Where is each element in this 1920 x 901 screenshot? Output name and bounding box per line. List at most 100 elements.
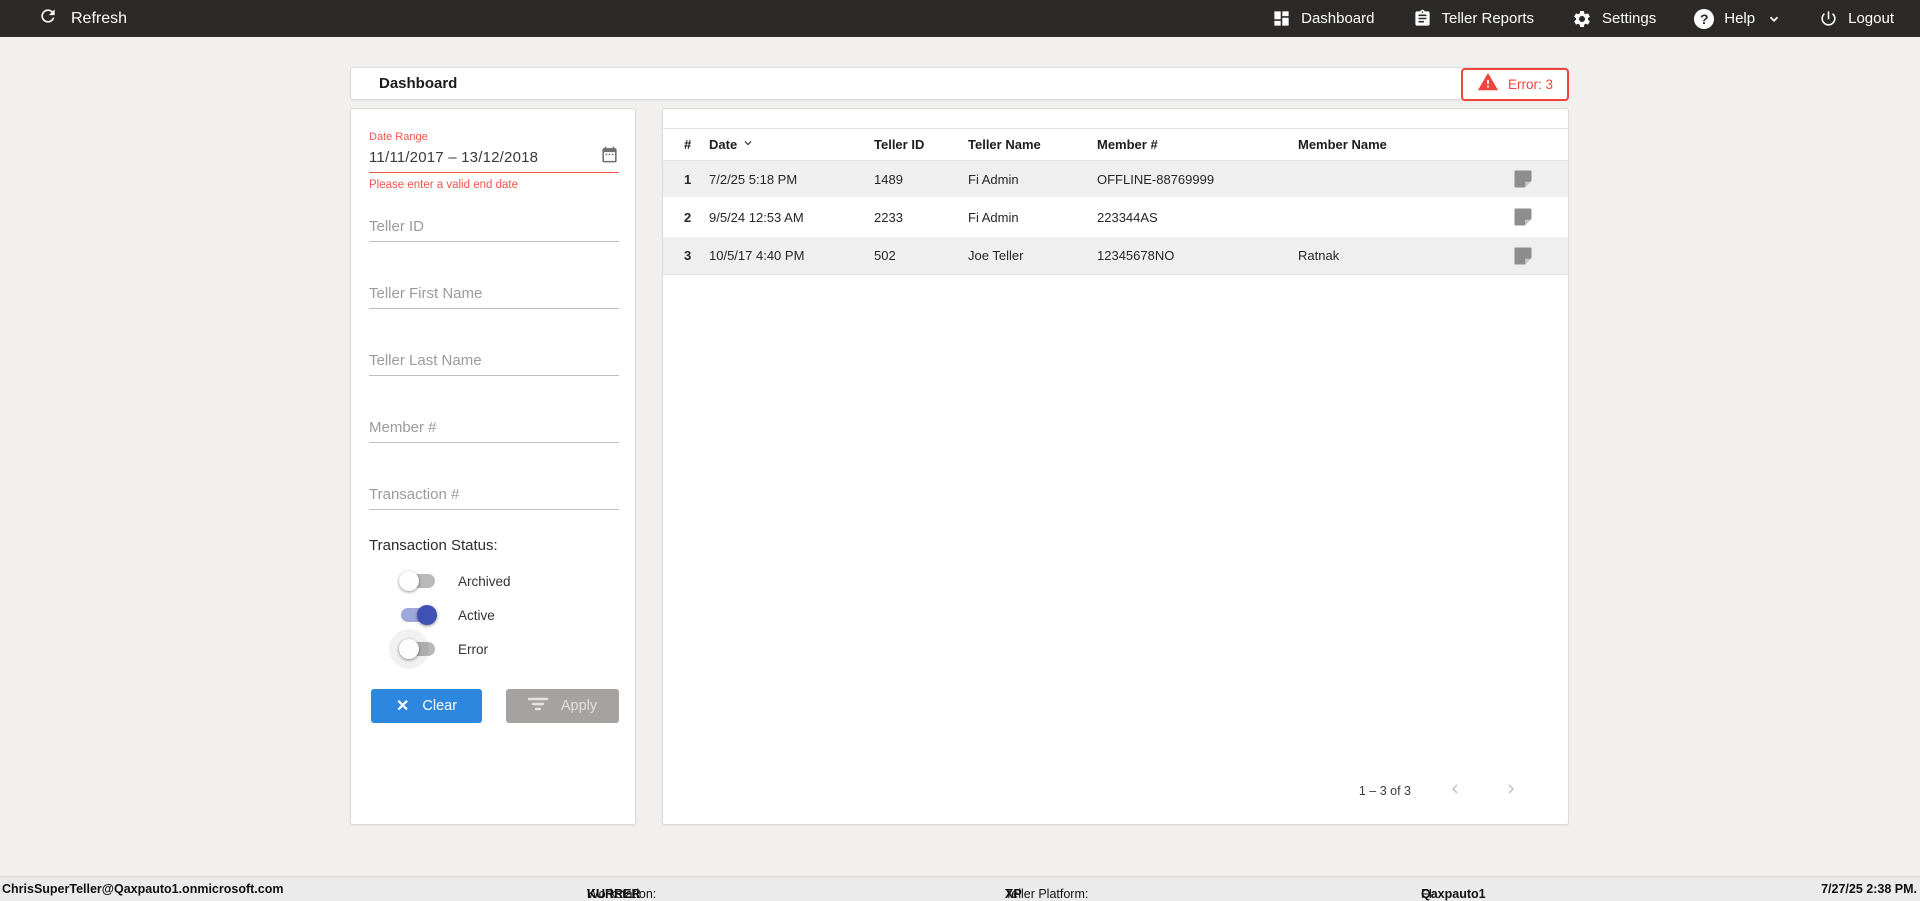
row-member-number: 223344AS <box>1097 209 1158 225</box>
teller-first-name-input[interactable]: Teller First Name <box>369 281 619 309</box>
transaction-status-label: Transaction Status: <box>369 537 498 554</box>
row-teller-id: 2233 <box>874 209 903 225</box>
teller-id-input[interactable]: Teller ID <box>369 214 619 242</box>
platform-value: XP <box>1005 887 1022 901</box>
nav-item-label: Dashboard <box>1301 10 1375 27</box>
status-bar: ChrisSuperTeller@Qaxpauto1.onmicrosoft.c… <box>0 876 1920 901</box>
column-header-num[interactable]: # <box>684 137 709 152</box>
table-row[interactable]: 3 10/5/17 4:40 PM 502 Joe Teller 1234567… <box>663 237 1568 275</box>
fi-value: Qaxpauto1 <box>1421 887 1486 901</box>
nav-item-label: Teller Reports <box>1441 10 1535 27</box>
nav-item-dashboard[interactable]: Dashboard <box>1272 9 1375 28</box>
column-header-member-name[interactable]: Member Name <box>1298 137 1488 152</box>
apply-button[interactable]: Apply <box>506 689 619 723</box>
teller-last-name-placeholder: Teller Last Name <box>369 352 482 369</box>
power-icon <box>1819 9 1838 28</box>
pagination-range-text: 1 – 3 of 3 <box>1358 783 1411 798</box>
toggle-error-label: Error <box>458 641 488 657</box>
gear-icon <box>1572 9 1592 29</box>
toggle-error-track[interactable] <box>389 629 435 669</box>
date-range-underline <box>369 172 619 173</box>
row-teller-name: Fi Admin <box>968 209 1019 225</box>
member-number-placeholder: Member # <box>369 419 437 436</box>
row-number: 3 <box>684 248 692 263</box>
note-icon[interactable] <box>1511 244 1535 268</box>
row-actions <box>1488 167 1557 191</box>
teller-last-name-input[interactable]: Teller Last Name <box>369 348 619 376</box>
apply-button-label: Apply <box>560 698 598 714</box>
table-body: 1 7/2/25 5:18 PM 1489 Fi Admin OFFLINE-8… <box>663 161 1568 275</box>
teller-id-placeholder: Teller ID <box>369 218 425 235</box>
workstation-value: KURRER <box>587 887 641 901</box>
nav-item-label: Settings <box>1602 10 1657 27</box>
logged-in-user: ChrisSuperTeller@Qaxpauto1.onmicrosoft.c… <box>2 882 284 896</box>
error-badge-label: Error: 3 <box>1507 77 1553 92</box>
page-title: Dashboard <box>379 75 458 92</box>
clipboard-icon <box>1413 9 1432 28</box>
row-actions <box>1488 244 1557 268</box>
nav-item-help[interactable]: ? Help <box>1694 8 1781 29</box>
date-range-label: Date Range <box>369 131 428 143</box>
pagination: 1 – 3 of 3 <box>1359 781 1523 800</box>
warning-triangle-icon <box>1477 71 1499 98</box>
help-icon: ? <box>1694 8 1715 29</box>
row-member-number: 12345678NO <box>1097 248 1175 263</box>
nav-item-logout[interactable]: Logout <box>1819 9 1894 28</box>
column-header-teller-id[interactable]: Teller ID <box>874 137 968 152</box>
row-member-number: OFFLINE-88769999 <box>1097 171 1215 187</box>
row-actions <box>1488 205 1557 229</box>
sort-desc-icon <box>741 136 755 153</box>
nav-item-settings[interactable]: Settings <box>1572 9 1656 29</box>
page-title-bar: Dashboard Error: 3 <box>350 67 1569 101</box>
toggle-error[interactable]: Error <box>389 629 488 669</box>
row-number: 1 <box>684 171 692 187</box>
row-teller-id: 1489 <box>874 171 903 187</box>
toggle-archived-label: Archived <box>458 573 511 589</box>
column-header-date-label: Date <box>709 137 738 152</box>
table-header-row: # Date Teller ID Teller Name Member # Me… <box>663 128 1568 161</box>
toggle-knob <box>417 605 437 625</box>
pagination-next-button[interactable] <box>1499 781 1523 800</box>
refresh-button[interactable]: Refresh <box>0 6 127 31</box>
clear-button[interactable]: ✕ Clear <box>371 689 482 723</box>
toggle-active-track[interactable] <box>401 605 437 625</box>
transaction-number-input[interactable]: Transaction # <box>369 482 619 510</box>
nav-item-label: Help <box>1724 10 1756 27</box>
nav-item-teller-reports[interactable]: Teller Reports <box>1413 9 1535 28</box>
refresh-label: Refresh <box>71 9 128 27</box>
x-icon: ✕ <box>395 698 410 715</box>
clear-button-label: Clear <box>422 698 458 714</box>
dashboard-icon <box>1272 9 1291 28</box>
date-range-value[interactable]: 11/11/2017 – 13/12/2018 <box>369 149 538 166</box>
refresh-icon <box>38 6 58 31</box>
toggle-archived-track[interactable] <box>399 571 435 591</box>
toggle-active[interactable]: Active <box>401 605 495 625</box>
member-number-input[interactable]: Member # <box>369 415 619 443</box>
top-nav-bar: Refresh Dashboard Teller Reports Setting… <box>0 0 1920 37</box>
toggle-active-label: Active <box>458 607 495 623</box>
transactions-panel: # Date Teller ID Teller Name Member # Me… <box>662 108 1569 825</box>
column-header-member-num[interactable]: Member # <box>1097 137 1298 152</box>
row-teller-id: 502 <box>874 248 896 263</box>
nav-menu: Dashboard Teller Reports Settings ? Help <box>1272 8 1920 29</box>
calendar-icon[interactable] <box>600 145 619 169</box>
note-icon[interactable] <box>1511 205 1535 229</box>
row-date: 9/5/24 12:53 AM <box>709 209 804 225</box>
row-teller-name: Joe Teller <box>968 248 1024 263</box>
note-icon[interactable] <box>1511 167 1535 191</box>
toggle-knob <box>399 571 419 591</box>
row-member-name: Ratnak <box>1298 248 1340 263</box>
toggle-knob <box>399 639 419 659</box>
nav-item-label: Logout <box>1848 10 1894 27</box>
toggle-archived[interactable]: Archived <box>399 571 511 591</box>
column-header-teller-name[interactable]: Teller Name <box>968 137 1097 152</box>
table-row[interactable]: 2 9/5/24 12:53 AM 2233 Fi Admin 223344AS <box>663 199 1568 237</box>
transaction-number-placeholder: Transaction # <box>369 486 460 503</box>
table-row[interactable]: 1 7/2/25 5:18 PM 1489 Fi Admin OFFLINE-8… <box>663 161 1568 199</box>
column-header-date[interactable]: Date <box>709 136 874 153</box>
error-count-badge[interactable]: Error: 3 <box>1461 68 1569 101</box>
chevron-down-icon <box>1767 12 1781 26</box>
pagination-prev-button[interactable] <box>1443 781 1467 800</box>
row-number: 2 <box>684 209 692 225</box>
date-range-field[interactable]: 11/11/2017 – 13/12/2018 <box>369 145 619 169</box>
